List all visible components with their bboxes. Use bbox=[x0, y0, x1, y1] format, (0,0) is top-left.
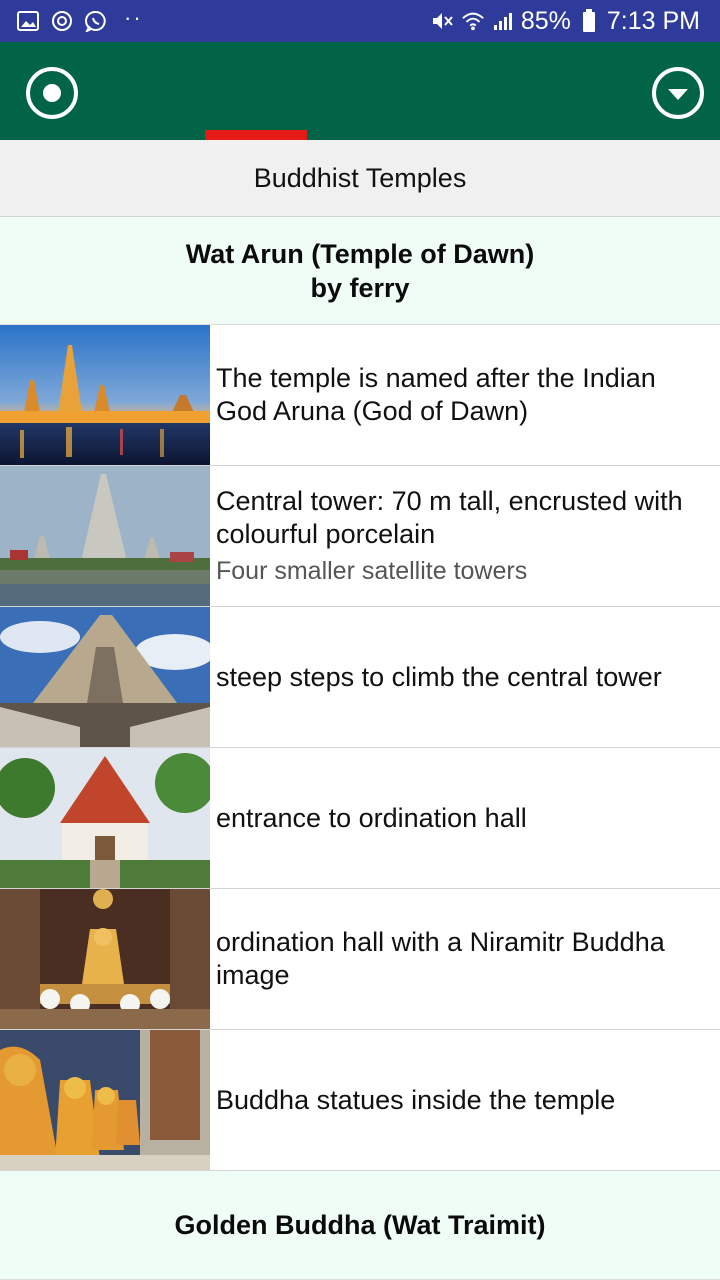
radio-target-icon[interactable] bbox=[25, 66, 79, 120]
buddha-statues-photo bbox=[0, 1030, 210, 1170]
item-text: The temple is named after the Indian God… bbox=[216, 363, 656, 426]
group-title: Wat Arun (Temple of Dawn) bbox=[185, 238, 535, 269]
group-header-golden-buddha[interactable]: Golden Buddha (Wat Traimit) bbox=[0, 1171, 720, 1280]
item-text: ordination hall with a Niramitr Buddha i… bbox=[216, 927, 665, 990]
item-text: Buddha statues inside the temple bbox=[216, 1084, 616, 1115]
group-subtitle: by ferry bbox=[310, 272, 410, 303]
central-tower-photo bbox=[0, 466, 210, 606]
group-header-wat-arun[interactable]: Wat Arun (Temple of Dawn) by ferry bbox=[0, 217, 720, 325]
item-text: entrance to ordination hall bbox=[216, 802, 527, 833]
group-title: Golden Buddha (Wat Traimit) bbox=[174, 1210, 546, 1240]
list-item[interactable]: Central tower: 70 m tall, encrusted with… bbox=[0, 466, 720, 607]
item-subtext: Four smaller satellite towers bbox=[216, 556, 528, 585]
mute-icon bbox=[431, 9, 455, 33]
list-item[interactable]: Buddha statues inside the temple bbox=[0, 1030, 720, 1171]
battery-icon bbox=[577, 9, 601, 33]
gallery-icon bbox=[16, 9, 40, 33]
signal-icon bbox=[491, 9, 515, 33]
list-item[interactable]: ordination hall with a Niramitr Buddha i… bbox=[0, 889, 720, 1030]
list-item[interactable]: entrance to ordination hall bbox=[0, 748, 720, 889]
section-title: Buddhist Temples bbox=[0, 140, 720, 217]
steep-steps-photo bbox=[0, 607, 210, 747]
wifi-icon bbox=[461, 9, 485, 33]
ordination-entrance-photo bbox=[0, 748, 210, 888]
app-bar bbox=[0, 42, 720, 140]
list-item[interactable]: steep steps to climb the central tower bbox=[0, 607, 720, 748]
battery-percent: 85% bbox=[520, 6, 571, 35]
list-item[interactable]: The temple is named after the Indian God… bbox=[0, 325, 720, 466]
status-bar: ·· 85% 7:13 PM bbox=[0, 0, 720, 42]
clock: 7:13 PM bbox=[606, 6, 700, 35]
buddha-image-photo bbox=[0, 889, 210, 1029]
dropdown-circle-icon[interactable] bbox=[651, 66, 705, 120]
item-text: steep steps to climb the central tower bbox=[216, 661, 662, 692]
tab-indicator bbox=[205, 130, 307, 140]
sync-icon bbox=[50, 9, 74, 33]
more-notifications-icon: ·· bbox=[124, 5, 143, 30]
item-text: Central tower: 70 m tall, encrusted with… bbox=[216, 485, 683, 549]
temple-night-photo bbox=[0, 325, 210, 465]
whatsapp-icon bbox=[84, 9, 108, 33]
